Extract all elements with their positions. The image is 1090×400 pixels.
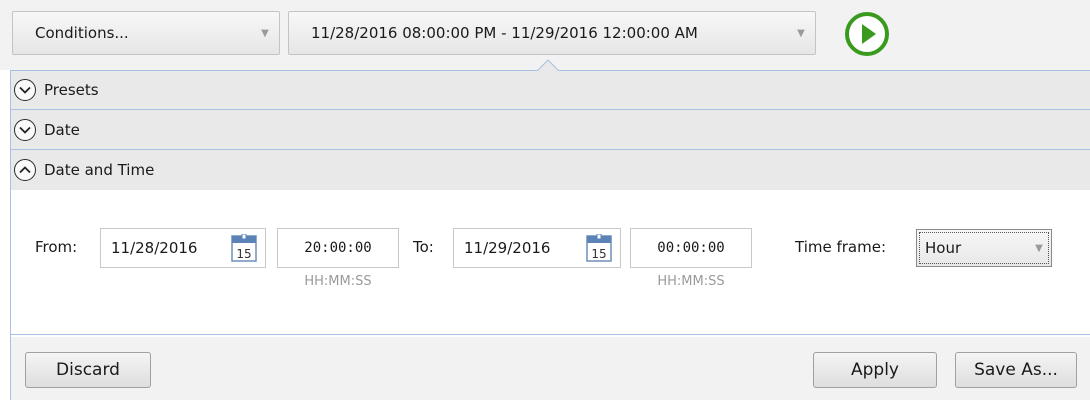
conditions-dropdown-label: Conditions... xyxy=(35,24,129,42)
apply-button[interactable]: Apply xyxy=(813,352,937,388)
play-circle-icon xyxy=(845,12,889,56)
timeframe-label: Time frame: xyxy=(795,238,887,256)
from-time-hint: HH:MM:SS xyxy=(304,274,372,289)
from-date-input[interactable]: 11/28/2016 15 xyxy=(100,228,266,268)
chevron-down-icon xyxy=(14,79,36,101)
section-date-label: Date xyxy=(44,120,80,139)
from-time-value: 20:00:00 xyxy=(304,240,372,256)
calendar-icon[interactable]: 15 xyxy=(231,233,257,262)
calendar-day: 15 xyxy=(236,247,251,261)
date-and-time-body: From: 11/28/2016 15 20:00:00 HH:MM:SS To… xyxy=(11,190,1090,335)
conditions-dropdown[interactable]: Conditions... ▼ xyxy=(12,11,280,55)
discard-button[interactable]: Discard xyxy=(25,352,151,388)
from-label: From: xyxy=(35,238,78,256)
section-presets-label: Presets xyxy=(44,81,99,99)
chevron-down-icon: ▼ xyxy=(261,27,269,39)
calendar-day: 15 xyxy=(591,247,606,261)
chevron-down-icon xyxy=(14,118,36,141)
section-presets[interactable]: Presets xyxy=(11,70,1090,110)
to-time-hint: HH:MM:SS xyxy=(657,274,725,289)
to-time-input[interactable]: 00:00:00 xyxy=(630,228,752,268)
section-date[interactable]: Date xyxy=(11,110,1090,150)
to-date-input[interactable]: 11/29/2016 15 xyxy=(453,228,621,268)
timeframe-value: Hour xyxy=(925,239,962,257)
section-date-and-time[interactable]: Date and Time xyxy=(11,150,1090,190)
date-range-dropdown[interactable]: 11/28/2016 08:00:00 PM - 11/29/2016 12:0… xyxy=(288,11,816,55)
chevron-down-icon: ▼ xyxy=(1035,242,1043,254)
to-date-value: 11/29/2016 xyxy=(464,239,551,257)
chevron-down-icon: ▼ xyxy=(797,27,805,39)
to-label: To: xyxy=(413,238,434,256)
timeframe-select[interactable]: Hour ▼ xyxy=(916,229,1052,267)
calendar-icon[interactable]: 15 xyxy=(586,233,612,262)
run-button[interactable] xyxy=(841,10,893,58)
section-date-and-time-label: Date and Time xyxy=(44,161,155,179)
date-range-dropdown-label: 11/28/2016 08:00:00 PM - 11/29/2016 12:0… xyxy=(311,24,698,42)
panel-footer: Discard Apply Save As... xyxy=(10,337,1090,400)
dropdown-pointer xyxy=(537,59,559,71)
from-time-input[interactable]: 20:00:00 xyxy=(277,228,399,268)
chevron-up-icon xyxy=(14,159,36,181)
to-time-value: 00:00:00 xyxy=(657,240,725,256)
save-as-button[interactable]: Save As... xyxy=(955,352,1077,388)
from-date-value: 11/28/2016 xyxy=(111,239,198,257)
